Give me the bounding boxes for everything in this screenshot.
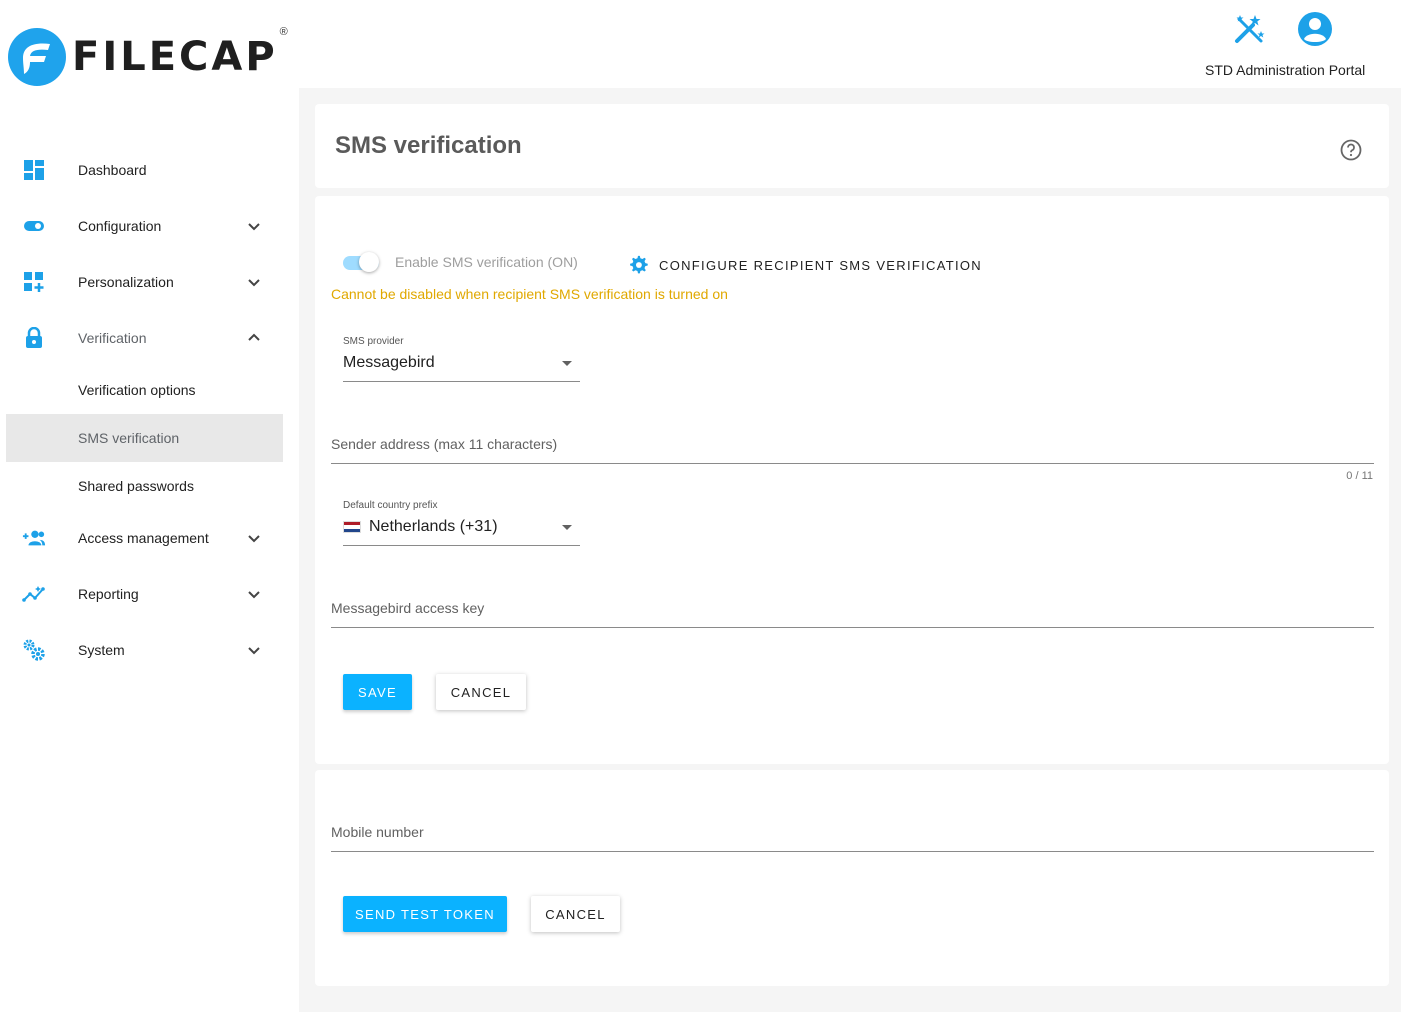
dropdown-caret-icon bbox=[562, 525, 572, 530]
registered-mark: ® bbox=[279, 26, 288, 38]
page-title: SMS verification bbox=[335, 132, 522, 159]
save-button[interactable]: SAVE bbox=[343, 674, 412, 710]
toggle-icon bbox=[22, 214, 46, 238]
chevron-up-icon bbox=[248, 333, 260, 341]
enable-sms-switch[interactable] bbox=[343, 252, 379, 272]
logo-text: FILECAP bbox=[72, 34, 278, 80]
enable-sms-toggle-row: Enable SMS verification (ON) bbox=[343, 252, 578, 272]
main-content: SMS verification Enable SMS verification… bbox=[299, 88, 1401, 1012]
test-token-card: Mobile number SEND TEST TOKEN CANCEL bbox=[315, 770, 1389, 986]
help-icon[interactable] bbox=[1339, 138, 1363, 162]
mobile-number-placeholder: Mobile number bbox=[331, 824, 424, 840]
header-actions bbox=[1230, 10, 1334, 48]
sms-settings-card: Enable SMS verification (ON) CONFIGURE R… bbox=[315, 196, 1389, 764]
filecap-logo[interactable]: FILECAP ® bbox=[8, 26, 288, 86]
sender-address-counter: 0 / 11 bbox=[1346, 470, 1373, 482]
switch-thumb bbox=[359, 252, 379, 272]
sidebar-item-access-management[interactable]: Access management bbox=[6, 510, 283, 566]
netherlands-flag-icon bbox=[343, 521, 361, 533]
sidebar-subitem-sms-verification[interactable]: SMS verification bbox=[6, 414, 283, 462]
sidebar-subitem-label: Shared passwords bbox=[78, 478, 194, 494]
lock-icon bbox=[22, 326, 46, 350]
sidebar: Dashboard Configuration Personalization … bbox=[6, 142, 283, 678]
sidebar-item-label: Access management bbox=[78, 530, 209, 546]
dashboard-icon bbox=[22, 158, 46, 182]
chevron-down-icon bbox=[248, 279, 260, 287]
cancel-button[interactable]: CANCEL bbox=[436, 674, 526, 710]
sidebar-item-label: Personalization bbox=[78, 274, 174, 290]
sms-provider-value: Messagebird bbox=[343, 354, 435, 371]
sidebar-subitem-label: Verification options bbox=[78, 382, 196, 398]
chevron-down-icon bbox=[248, 535, 260, 543]
chevron-down-icon bbox=[248, 647, 260, 655]
mobile-number-input[interactable]: Mobile number bbox=[331, 824, 1374, 852]
sender-address-placeholder: Sender address (max 11 characters) bbox=[331, 436, 558, 452]
sidebar-item-verification[interactable]: Verification bbox=[6, 310, 283, 366]
send-test-token-button[interactable]: SEND TEST TOKEN bbox=[343, 896, 507, 932]
sidebar-item-configuration[interactable]: Configuration bbox=[6, 198, 283, 254]
sidebar-item-system[interactable]: System bbox=[6, 622, 283, 678]
filecap-logo-icon bbox=[8, 28, 66, 86]
widgets-add-icon bbox=[22, 270, 46, 294]
sidebar-item-label: System bbox=[78, 642, 125, 658]
sidebar-item-dashboard[interactable]: Dashboard bbox=[6, 142, 283, 198]
sidebar-subitem-shared-passwords[interactable]: Shared passwords bbox=[6, 462, 283, 510]
portal-label: STD Administration Portal bbox=[1205, 62, 1366, 78]
sidebar-item-label: Configuration bbox=[78, 218, 162, 234]
settings-gears-icon bbox=[22, 638, 46, 662]
sidebar-subitem-label: SMS verification bbox=[78, 430, 180, 446]
enable-sms-label: Enable SMS verification (ON) bbox=[395, 254, 578, 270]
sidebar-item-label: Reporting bbox=[78, 586, 139, 602]
title-card: SMS verification bbox=[315, 104, 1389, 188]
sender-address-input[interactable]: Sender address (max 11 characters) bbox=[331, 436, 1374, 464]
access-key-placeholder: Messagebird access key bbox=[331, 600, 485, 616]
messagebird-access-key-input[interactable]: Messagebird access key bbox=[331, 600, 1374, 628]
insights-icon bbox=[22, 582, 46, 606]
sms-provider-select[interactable]: SMS provider Messagebird bbox=[343, 336, 580, 382]
sidebar-item-personalization[interactable]: Personalization bbox=[6, 254, 283, 310]
gear-icon bbox=[630, 255, 648, 274]
sidebar-item-label: Verification bbox=[78, 330, 147, 346]
test-cancel-button[interactable]: CANCEL bbox=[531, 896, 620, 932]
chevron-down-icon bbox=[248, 223, 260, 231]
chevron-down-icon bbox=[248, 591, 260, 599]
warning-message: Cannot be disabled when recipient SMS ve… bbox=[331, 286, 728, 302]
group-add-icon bbox=[22, 526, 46, 550]
configure-recipient-sms-link[interactable]: CONFIGURE RECIPIENT SMS VERIFICATION bbox=[627, 254, 982, 276]
country-prefix-value-wrap: Netherlands (+31) bbox=[343, 518, 498, 536]
account-circle-icon[interactable] bbox=[1296, 10, 1334, 48]
wand-icon[interactable] bbox=[1230, 10, 1268, 48]
sidebar-subitem-verification-options[interactable]: Verification options bbox=[6, 366, 283, 414]
country-prefix-label: Default country prefix bbox=[343, 500, 438, 511]
configure-recipient-sms-label: CONFIGURE RECIPIENT SMS VERIFICATION bbox=[659, 257, 982, 273]
country-prefix-select[interactable]: Default country prefix Netherlands (+31) bbox=[343, 500, 580, 546]
dropdown-caret-icon bbox=[562, 361, 572, 366]
country-prefix-value: Netherlands (+31) bbox=[369, 518, 498, 535]
sms-provider-label: SMS provider bbox=[343, 336, 404, 347]
sidebar-item-label: Dashboard bbox=[78, 162, 147, 178]
sidebar-item-reporting[interactable]: Reporting bbox=[6, 566, 283, 622]
